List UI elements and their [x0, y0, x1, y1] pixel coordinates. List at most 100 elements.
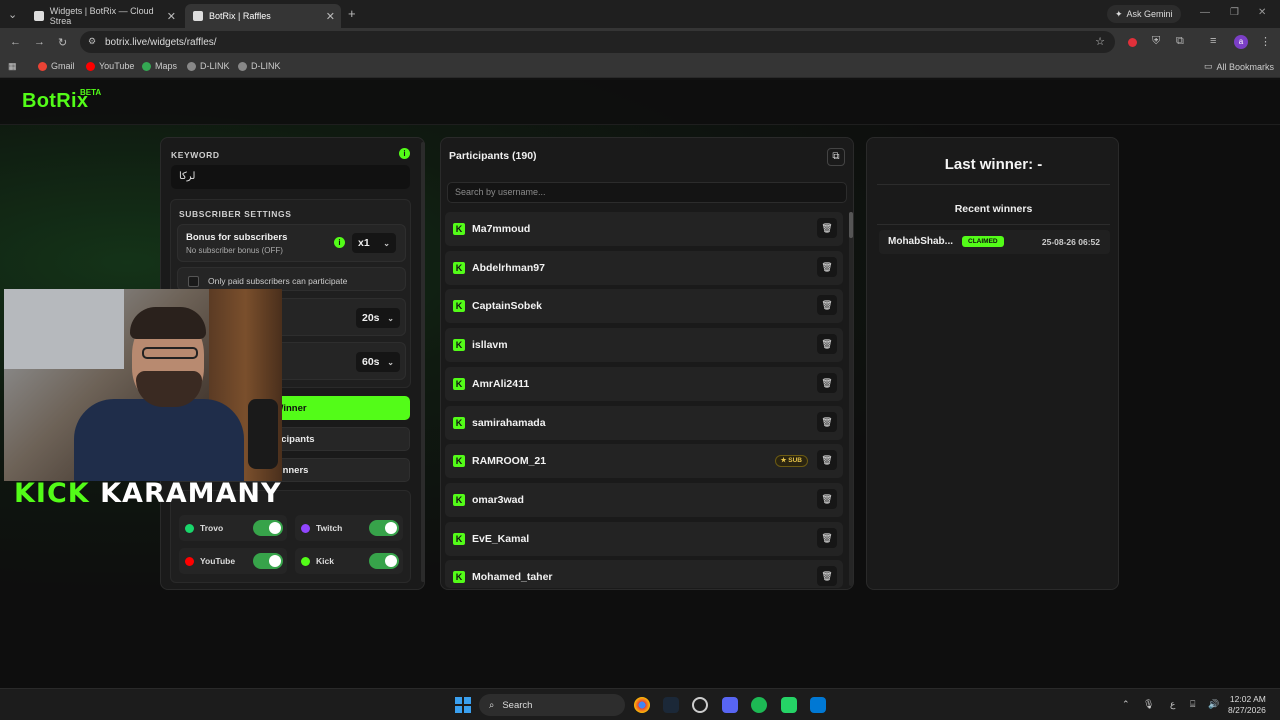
trash-icon[interactable]: 🗑 [817, 334, 837, 355]
minimize-icon[interactable]: — [1200, 7, 1210, 18]
tab-search-icon[interactable]: ⌄ [8, 8, 17, 21]
microphone-icon[interactable]: 🎙 [1143, 699, 1154, 710]
windows-start-icon[interactable] [455, 697, 471, 713]
ask-gemini-button[interactable]: ✦ Ask Gemini [1107, 5, 1181, 23]
media-icon[interactable]: ≡ [1210, 35, 1216, 47]
list-item: Kisllavm 🗑 [445, 328, 843, 363]
tab-widgets[interactable]: Widgets | BotRix — Cloud Strea ✕ [26, 4, 182, 28]
profile-avatar[interactable]: a [1234, 35, 1248, 49]
trash-icon[interactable]: 🗑 [817, 527, 837, 548]
bookmark-star-icon[interactable]: ☆ [1095, 35, 1105, 48]
info-icon[interactable]: i [399, 148, 410, 159]
list-item: K Abdelrhman97 🗑 [445, 250, 843, 285]
globe-icon [187, 61, 196, 71]
subscriber-settings-label: SUBSCRIBER SETTINGS [179, 209, 292, 219]
trovo-toggle[interactable] [253, 520, 283, 536]
botrix-logo[interactable]: BotRix [22, 90, 88, 113]
settings-scrollbar[interactable] [421, 142, 425, 582]
youtube-toggle[interactable] [253, 553, 283, 569]
menu-icon[interactable]: ⋮ [1260, 35, 1271, 48]
platform-label: Twitch [316, 523, 343, 533]
chevron-down-icon: ⌄ [383, 238, 390, 248]
list-item: K CaptainSobek 🗑 [445, 289, 843, 324]
whatsapp-icon[interactable] [781, 697, 797, 713]
copy-icon[interactable]: ⧉ [827, 148, 845, 166]
participant-name: omar3wad [472, 493, 524, 506]
steam-icon[interactable] [663, 697, 679, 713]
extension-icon[interactable] [1128, 38, 1137, 47]
search-icon: ⌕ [489, 699, 495, 711]
participant-name: Abdelrhman97 [472, 261, 545, 274]
volume-icon[interactable]: 🔊 [1208, 699, 1219, 710]
trash-icon[interactable]: 🗑 [817, 488, 837, 509]
trash-icon[interactable]: 🗑 [817, 295, 837, 316]
maximize-icon[interactable]: ❐ [1230, 7, 1239, 18]
botrix-favicon [34, 11, 44, 21]
bookmark-gmail[interactable]: Gmail [38, 61, 75, 71]
chrome-icon[interactable] [634, 697, 650, 713]
participant-search-input[interactable]: Search by username... [447, 182, 847, 203]
globe-icon [238, 61, 247, 71]
list-item: Komar3wad 🗑 [445, 482, 843, 517]
close-window-icon[interactable]: ✕ [1258, 7, 1266, 18]
site-info-icon[interactable]: ⚙ [88, 36, 96, 47]
forward-icon[interactable]: → [34, 36, 45, 48]
reload-icon[interactable]: ↻ [58, 36, 67, 49]
kick-icon: K [453, 223, 465, 235]
language-indicator[interactable]: ع [1170, 699, 1175, 710]
info-icon[interactable]: i [334, 237, 345, 248]
keyword-input[interactable]: لركا [171, 165, 410, 189]
participants-scrollbar[interactable] [849, 212, 853, 586]
sub-badge: ★ SUB [774, 455, 808, 468]
participants-title: Participants (190) [449, 150, 537, 162]
twitch-toggle[interactable] [369, 520, 399, 536]
bookmark-dlink-2[interactable]: D-LINK [238, 61, 281, 71]
taskbar-clock[interactable]: 12:02 AM 8/27/2026 [1228, 694, 1266, 716]
bookmark-dlink[interactable]: D-LINK [187, 61, 230, 71]
taskbar-search[interactable]: ⌕ Search [479, 694, 625, 716]
bonus-title: Bonus for subscribers [186, 232, 288, 243]
list-item: K RAMROOM_21 ★ SUB 🗑 [445, 444, 843, 479]
trash-icon[interactable]: 🗑 [817, 450, 837, 471]
paid-only-row[interactable]: Only paid subscribers can participate [177, 267, 406, 291]
extensions-icon[interactable]: ⧉ [1176, 35, 1184, 48]
close-tab-icon[interactable]: ✕ [167, 10, 176, 23]
participant-name: RAMROOM_21 [472, 455, 547, 468]
close-tab-icon[interactable]: ✕ [326, 10, 335, 23]
address-toolbar: ← → ↻ ⚙ botrix.live/widgets/raffles/ ☆ ⛨… [0, 28, 1280, 56]
bookmark-youtube[interactable]: YouTube [86, 61, 134, 71]
back-icon[interactable]: ← [10, 36, 21, 48]
new-tab-button[interactable]: + [348, 6, 356, 21]
trovo-icon [185, 523, 194, 533]
trash-icon[interactable]: 🗑 [817, 411, 837, 432]
timer-select-2[interactable]: 60s ⌄ [356, 352, 400, 372]
youtube-icon [86, 61, 95, 71]
trash-icon[interactable]: 🗑 [817, 566, 837, 587]
platform-kick: Kick [295, 548, 403, 574]
participant-name: Mohamed_taher [472, 571, 553, 584]
outlook-icon[interactable] [810, 697, 826, 713]
bonus-multiplier-select[interactable]: x1 ⌄ [352, 233, 396, 253]
trash-icon[interactable]: 🗑 [817, 372, 837, 393]
tab-raffles[interactable]: BotRix | Raffles ✕ [185, 4, 341, 28]
spotify-icon[interactable] [751, 697, 767, 713]
paid-only-checkbox[interactable] [188, 276, 199, 287]
participant-name: samirahamada [472, 416, 546, 429]
apps-icon[interactable]: ▦ [8, 61, 17, 72]
kick-icon [301, 556, 310, 566]
network-icon[interactable]: ⌸ [1190, 699, 1195, 710]
botrix-favicon [193, 11, 203, 21]
shield-icon[interactable]: ⛨ [1152, 35, 1160, 48]
timer-select-1[interactable]: 20s ⌄ [356, 308, 400, 328]
winner-name: MohabShab... [888, 236, 953, 247]
url-bar[interactable]: ⚙ botrix.live/widgets/raffles/ ☆ [80, 31, 1115, 53]
trash-icon[interactable]: 🗑 [817, 218, 837, 238]
all-bookmarks[interactable]: ▭ All Bookmarks [1204, 61, 1274, 72]
chevron-up-icon[interactable]: ⌃ [1122, 699, 1130, 710]
cam-person-hair [130, 307, 206, 339]
bookmark-maps[interactable]: Maps [142, 61, 177, 71]
obs-icon[interactable] [692, 697, 708, 713]
trash-icon[interactable]: 🗑 [817, 256, 837, 277]
discord-icon[interactable] [722, 697, 738, 713]
kick-toggle[interactable] [369, 553, 399, 569]
